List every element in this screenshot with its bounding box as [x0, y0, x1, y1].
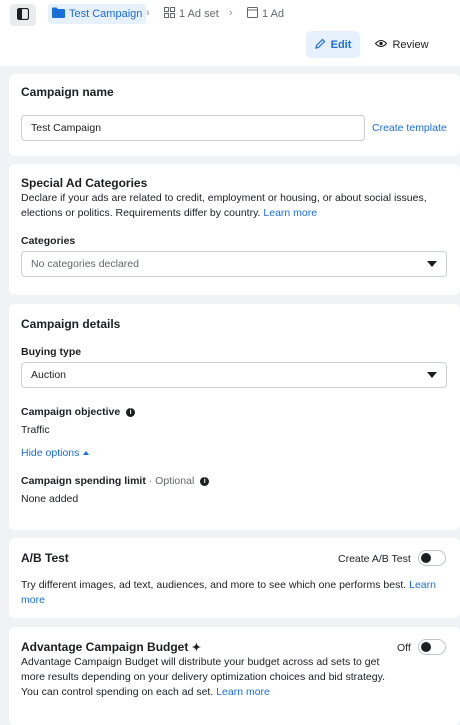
buying-type-select[interactable]: Auction [21, 362, 447, 388]
campaign-objective-value: Traffic [21, 424, 50, 436]
advantage-toggle-label: Off [397, 642, 411, 654]
hide-options-link[interactable]: Hide options [21, 447, 90, 459]
folder-icon [52, 7, 65, 21]
ab-test-description-text: Try different images, ad text, audiences… [21, 579, 407, 591]
grid-icon [164, 7, 175, 21]
ab-test-card: A/B Test Create A/B Test Try different i… [9, 538, 460, 618]
breadcrumb-adset[interactable]: 1 Ad set [164, 4, 219, 24]
campaign-objective-label-text: Campaign objective [21, 406, 121, 418]
buying-type-value: Auction [31, 369, 67, 381]
edit-label: Edit [330, 38, 352, 51]
caret-up-icon [83, 451, 90, 455]
ab-test-toggle[interactable] [418, 550, 446, 566]
advantage-toggle[interactable] [418, 639, 446, 655]
special-ad-learn-more-link[interactable]: Learn more [263, 207, 317, 219]
hide-options-label: Hide options [21, 447, 80, 459]
breadcrumb-campaign-label: Test Campaign [69, 8, 143, 20]
info-icon[interactable]: i [126, 407, 136, 417]
breadcrumb-campaign[interactable]: Test Campaign [48, 4, 147, 24]
create-template-link[interactable]: Create template [372, 122, 447, 134]
toggle-knob [421, 642, 431, 652]
advantage-budget-card: Advantage Campaign Budget ✦ Off Advantag… [9, 627, 460, 725]
buying-type-label: Buying type [21, 346, 82, 358]
advantage-description: Advantage Campaign Budget will distribut… [21, 655, 393, 700]
pencil-icon [314, 38, 326, 52]
advantage-title-text: Advantage Campaign Budget [21, 640, 189, 654]
chevron-right-icon: › [229, 7, 233, 19]
spending-limit-value: None added [21, 493, 79, 505]
campaign-name-value: Test Campaign [31, 122, 102, 134]
optional-label: · Optional [148, 475, 195, 487]
info-icon[interactable]: i [200, 476, 210, 486]
review-button[interactable]: Review [372, 31, 432, 58]
breadcrumb-ad[interactable]: 1 Ad [247, 4, 284, 24]
ab-test-toggle-label: Create A/B Test [338, 553, 411, 565]
campaign-details-card: Campaign details Buying type Auction Cam… [9, 304, 460, 530]
sidebar-toggle-button[interactable] [10, 4, 36, 26]
special-ad-description: Declare if your ads are related to credi… [21, 191, 446, 221]
advantage-learn-more-link[interactable]: Learn more [216, 686, 270, 698]
campaign-details-title: Campaign details [21, 317, 121, 331]
chevron-right-icon: › [146, 7, 150, 19]
special-ad-description-text: Declare if your ads are related to credi… [21, 192, 427, 219]
caret-down-icon [427, 261, 437, 267]
categories-label: Categories [21, 235, 76, 247]
caret-down-icon [427, 372, 437, 378]
special-ad-categories-card: Special Ad Categories Declare if your ad… [9, 164, 460, 295]
categories-value: No categories declared [31, 258, 139, 270]
sparkle-icon: ✦ [191, 642, 201, 654]
breadcrumb-ad-label: 1 Ad [262, 8, 285, 20]
special-ad-title: Special Ad Categories [21, 176, 148, 190]
ab-test-description: Try different images, ad text, audiences… [21, 578, 446, 608]
toggle-knob [421, 553, 431, 563]
ab-test-title: A/B Test [21, 551, 69, 565]
ad-icon [247, 7, 258, 21]
campaign-name-card: Campaign name Test Campaign Create templ… [9, 74, 460, 156]
eye-icon [375, 39, 388, 51]
categories-select[interactable]: No categories declared [21, 251, 447, 277]
sidebar-panel-icon [16, 7, 30, 23]
campaign-objective-label: Campaign objective i [21, 406, 136, 418]
campaign-name-input[interactable]: Test Campaign [21, 115, 365, 141]
advantage-description-text: Advantage Campaign Budget will distribut… [21, 656, 386, 698]
breadcrumb-adset-label: 1 Ad set [179, 8, 219, 20]
edit-button[interactable]: Edit [306, 31, 360, 58]
review-label: Review [392, 38, 429, 51]
spending-limit-label: Campaign spending limit · Optional i [21, 475, 210, 487]
top-bar: Test Campaign › 1 Ad set › 1 Ad Edit Rev… [0, 0, 460, 66]
advantage-title: Advantage Campaign Budget ✦ [21, 640, 201, 654]
spending-limit-label-text: Campaign spending limit [21, 475, 146, 487]
campaign-name-title: Campaign name [21, 85, 114, 99]
